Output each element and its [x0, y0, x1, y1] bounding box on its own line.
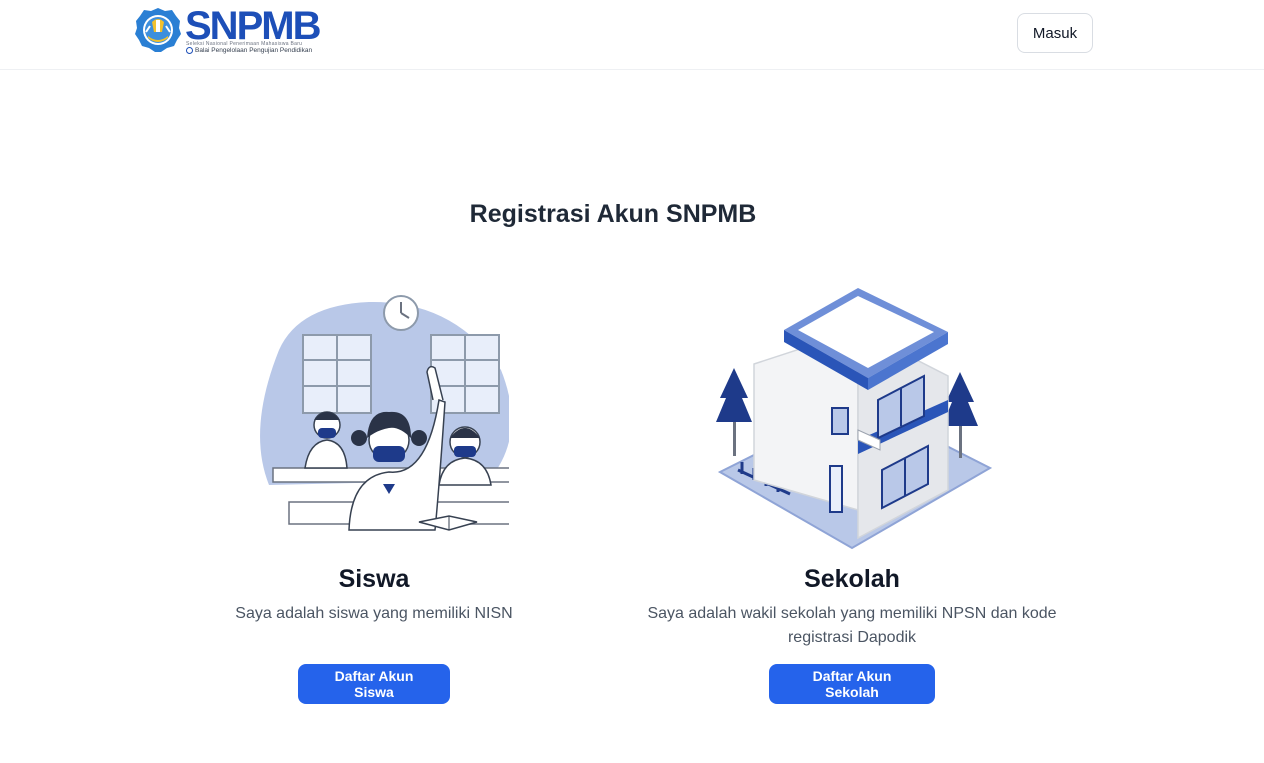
card-desc-siswa: Saya adalah siswa yang memiliki NISN: [235, 605, 513, 622]
card-title-siswa: Siswa: [338, 565, 410, 593]
brand-org: Balai Pengelolaan Pengujian Pendidikan: [186, 47, 312, 54]
card-siswa: Siswa Saya adalah siswa yang memiliki NI…: [214, 280, 534, 626]
org-badge-icon: [186, 47, 193, 54]
snpmb-logo[interactable]: SNPMB Seleksi Nasional Penerimaan Mahasi…: [134, 4, 330, 58]
school-building-illustration: [716, 288, 992, 550]
register-school-button[interactable]: Daftar Akun Sekolah: [769, 664, 935, 704]
students-classroom-illustration: [260, 295, 509, 531]
login-button[interactable]: Masuk: [1017, 13, 1093, 53]
card-sekolah: Sekolah Saya adalah wakil sekolah yang m…: [632, 280, 1072, 650]
page-title: Registrasi Akun SNPMB: [469, 200, 757, 228]
tut-wuri-handayani-emblem-icon: [135, 8, 181, 52]
brand-org-label: Balai Pengelolaan Pengujian Pendidikan: [195, 47, 313, 54]
navbar: SNPMB Seleksi Nasional Penerimaan Mahasi…: [0, 0, 1264, 70]
card-desc-sekolah: Saya adalah wakil sekolah yang memiliki …: [647, 605, 1057, 646]
register-student-button[interactable]: Daftar Akun Siswa: [298, 664, 450, 704]
card-title-sekolah: Sekolah: [804, 565, 900, 593]
